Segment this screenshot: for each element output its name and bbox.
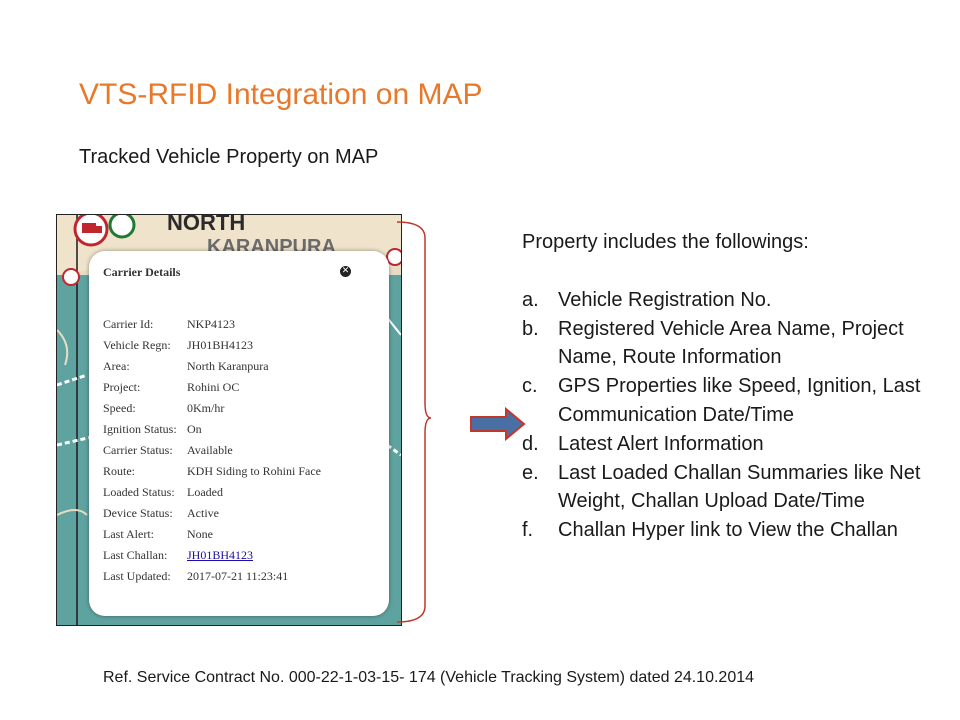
property-marker: d. bbox=[522, 432, 539, 455]
detail-row: Last Challan: JH01BH4123 bbox=[103, 548, 321, 569]
detail-row: Ignition Status: On bbox=[103, 422, 321, 443]
slide-title: VTS-RFID Integration on MAP bbox=[79, 78, 483, 111]
detail-value: 2017-07-21 11:23:41 bbox=[187, 569, 289, 583]
detail-label: Carrier Id: bbox=[103, 317, 154, 331]
property-marker: b. bbox=[522, 317, 539, 340]
property-item: d. Latest Alert Information bbox=[522, 430, 942, 459]
detail-value: Available bbox=[187, 443, 233, 457]
right-arrow-icon bbox=[470, 406, 526, 442]
detail-row: Carrier Id: NKP4123 bbox=[103, 317, 321, 338]
detail-value: Loaded bbox=[187, 485, 223, 499]
detail-value: North Karanpura bbox=[187, 359, 269, 373]
property-item: b. Registered Vehicle Area Name, Project … bbox=[522, 315, 942, 373]
property-text: Registered Vehicle Area Name, Project Na… bbox=[558, 317, 904, 369]
detail-row: Speed: 0Km/hr bbox=[103, 401, 321, 422]
detail-label: Route: bbox=[103, 464, 135, 478]
truck-marker-icon bbox=[73, 215, 109, 247]
carrier-details-popup: Carrier Details ✕ Carrier Id: NKP4123 Vehi… bbox=[89, 251, 389, 616]
detail-label: Carrier Status: bbox=[103, 443, 173, 457]
detail-label: Vehicle Regn: bbox=[103, 338, 171, 352]
property-text: Vehicle Registration No. bbox=[558, 288, 772, 311]
detail-label: Loaded Status: bbox=[103, 485, 175, 499]
detail-value: JH01BH4123 bbox=[187, 338, 254, 352]
detail-value: Rohini OC bbox=[187, 380, 240, 394]
detail-label: Speed: bbox=[103, 401, 136, 415]
property-marker: f. bbox=[522, 519, 534, 542]
reference-footer: Ref. Service Contract No. 000-22-1-03-15… bbox=[103, 669, 755, 686]
detail-value: KDH Siding to Rohini Face bbox=[187, 464, 321, 478]
property-text: Latest Alert Information bbox=[558, 432, 764, 455]
detail-row: Last Updated: 2017-07-21 11:23:41 bbox=[103, 569, 321, 590]
vehicle-marker-icon bbox=[108, 215, 136, 239]
property-marker: a. bbox=[522, 288, 539, 311]
detail-value: Active bbox=[187, 506, 219, 520]
property-item: f. Challan Hyper link to View the Challan bbox=[522, 516, 942, 545]
detail-row: Device Status: Active bbox=[103, 506, 321, 527]
property-text: GPS Properties like Speed, Ignition, Las… bbox=[558, 375, 921, 426]
detail-value: None bbox=[187, 527, 213, 541]
property-marker: e. bbox=[522, 461, 539, 484]
detail-value: 0Km/hr bbox=[187, 401, 225, 415]
detail-row: Project: Rohini OC bbox=[103, 380, 321, 401]
close-icon[interactable]: ✕ bbox=[340, 266, 351, 277]
challan-link[interactable]: JH01BH4123 bbox=[187, 548, 253, 563]
detail-label: Device Status: bbox=[103, 506, 173, 520]
detail-row: Loaded Status: Loaded bbox=[103, 485, 321, 506]
detail-row: Carrier Status: Available bbox=[103, 443, 321, 464]
property-text: Challan Hyper link to View the Challan bbox=[558, 519, 898, 542]
map-screenshot[interactable]: NORTH KARANPURA Carrier Details ✕ Carrie… bbox=[56, 214, 402, 626]
property-text: Last Loaded Challan Summaries like Net W… bbox=[558, 461, 921, 513]
detail-label: Last Updated: bbox=[103, 569, 171, 583]
property-item: a. Vehicle Registration No. bbox=[522, 286, 942, 315]
detail-label: Area: bbox=[103, 359, 130, 373]
detail-value: On bbox=[187, 422, 202, 436]
property-marker: c. bbox=[522, 375, 538, 398]
property-heading: Property includes the followings: bbox=[522, 231, 809, 253]
detail-label: Last Challan: bbox=[103, 548, 168, 562]
popup-title: Carrier Details bbox=[103, 265, 181, 279]
carrier-details-list: Carrier Id: NKP4123 Vehicle Regn: JH01BH412… bbox=[103, 317, 321, 590]
detail-label: Ignition Status: bbox=[103, 422, 177, 436]
detail-label: Project: bbox=[103, 380, 141, 394]
property-list: Property includes the followings: a. Vehi… bbox=[522, 228, 942, 545]
property-item: e. Last Loaded Challan Summaries like Net… bbox=[522, 459, 942, 517]
detail-row: Area: North Karanpura bbox=[103, 359, 321, 380]
property-item: c. GPS Properties like Speed, Ignition, L… bbox=[522, 372, 942, 430]
slide-subtitle: Tracked Vehicle Property on MAP bbox=[79, 146, 379, 168]
svg-text:NORTH: NORTH bbox=[167, 215, 245, 235]
detail-label: Last Alert: bbox=[103, 527, 154, 541]
detail-row: Vehicle Regn: JH01BH4123 bbox=[103, 338, 321, 359]
bracket bbox=[396, 221, 432, 623]
detail-row: Route: KDH Siding to Rohini Face bbox=[103, 464, 321, 485]
detail-value: NKP4123 bbox=[187, 317, 236, 331]
detail-row: Last Alert: None bbox=[103, 527, 321, 548]
